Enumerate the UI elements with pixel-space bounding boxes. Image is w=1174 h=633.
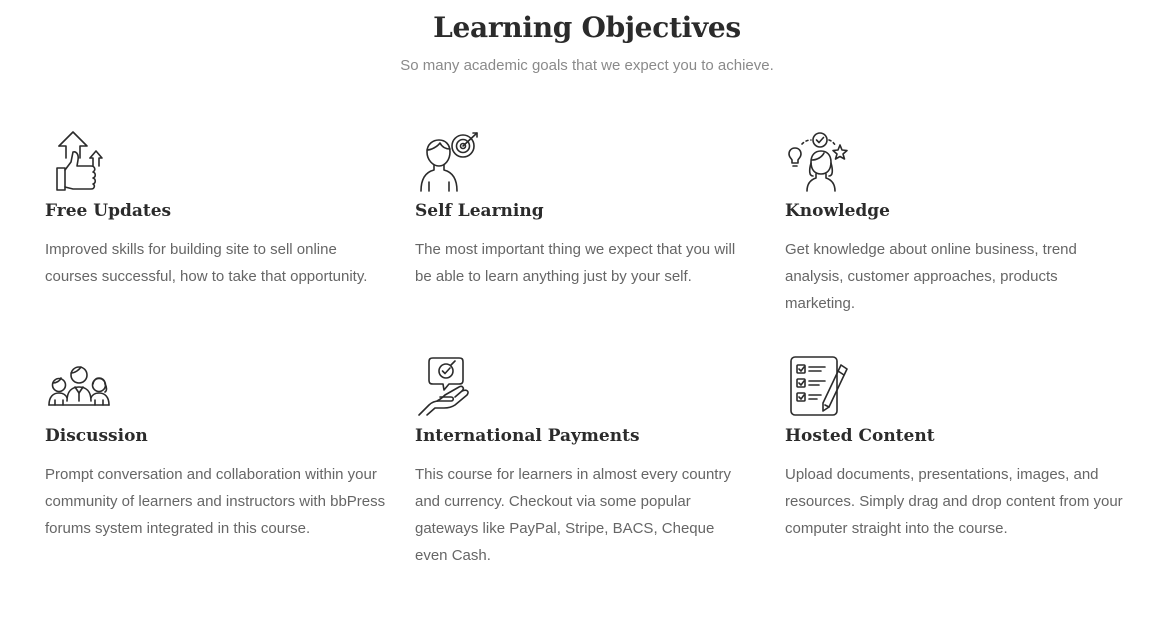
group-people-icon [45,355,111,417]
feature-description: Upload documents, presentations, images,… [785,466,1123,537]
checklist-pencil-icon [785,355,851,417]
feature-description: Get knowledge about online business, tre… [785,241,1077,312]
feature-title: Free Updates [45,201,172,221]
thumbs-up-arrows-icon [45,130,111,192]
feature-title: Self Learning [415,201,544,221]
feature-description: Prompt conversation and collaboration wi… [45,466,386,537]
feature-title: Knowledge [785,201,890,221]
woman-ideas-icon [785,130,851,192]
feature-description: This course for learners in almost every… [415,466,731,564]
feature-title: Hosted Content [785,426,935,446]
feature-title: International Payments [415,426,640,446]
feature-description: Improved skills for building site to sel… [45,241,368,285]
person-target-icon [415,130,481,192]
section-subtitle: So many academic goals that we expect yo… [400,57,774,74]
section-title: Learning Objectives [433,11,741,44]
feature-title: Discussion [45,426,148,446]
feature-description: The most important thing we expect that … [415,241,736,285]
hand-chat-check-icon [415,355,481,417]
